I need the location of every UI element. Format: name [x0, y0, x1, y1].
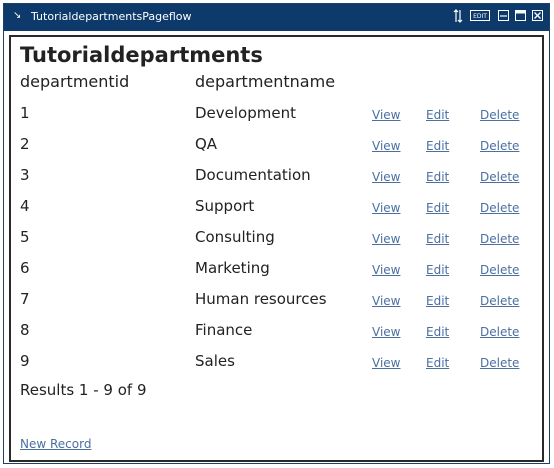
minimize-icon[interactable]	[498, 10, 509, 23]
department-id-cell: 2	[20, 135, 30, 153]
portlet-arrow-icon[interactable]: ↘	[13, 11, 23, 21]
delete-link[interactable]: Delete	[480, 138, 519, 154]
department-id-cell: 5	[20, 228, 30, 246]
department-id-cell: 1	[20, 104, 30, 122]
delete-link[interactable]: Delete	[480, 355, 519, 371]
view-link[interactable]: View	[372, 262, 400, 278]
edit-link[interactable]: Edit	[426, 169, 449, 185]
delete-link[interactable]: Delete	[480, 262, 519, 278]
title-bar: ↘ TutorialdepartmentsPageflow EDIT	[4, 4, 549, 31]
edit-link[interactable]: Edit	[426, 200, 449, 216]
close-icon[interactable]	[532, 10, 543, 23]
delete-link[interactable]: Delete	[480, 324, 519, 340]
page-title: Tutorialdepartments	[20, 43, 263, 67]
table-row: 2 QA View Edit Delete	[0, 134, 540, 165]
sort-icon[interactable]	[453, 9, 463, 23]
department-name-cell: Marketing	[195, 259, 270, 277]
table-row: 3 Documentation View Edit Delete	[0, 165, 540, 196]
department-name-cell: Sales	[195, 352, 235, 370]
window-title: TutorialdepartmentsPageflow	[31, 10, 192, 23]
table-row: 8 Finance View Edit Delete	[0, 320, 540, 351]
edit-mode-icon[interactable]: EDIT	[470, 10, 490, 23]
results-summary: Results 1 - 9 of 9	[20, 381, 147, 399]
edit-link[interactable]: Edit	[426, 138, 449, 154]
department-id-cell: 4	[20, 197, 30, 215]
table-row: 9 Sales View Edit Delete	[0, 351, 540, 382]
view-link[interactable]: View	[372, 293, 400, 309]
department-name-cell: Finance	[195, 321, 253, 339]
view-link[interactable]: View	[372, 355, 400, 371]
department-id-cell: 3	[20, 166, 30, 184]
view-link[interactable]: View	[372, 107, 400, 123]
table-row: 1 Development View Edit Delete	[0, 103, 540, 134]
department-name-cell: Development	[195, 104, 296, 122]
edit-link[interactable]: Edit	[426, 355, 449, 371]
maximize-icon[interactable]	[515, 10, 526, 23]
edit-link[interactable]: Edit	[426, 324, 449, 340]
svg-text:EDIT: EDIT	[473, 13, 487, 20]
department-name-cell: QA	[195, 135, 218, 153]
department-name-cell: Human resources	[195, 290, 327, 308]
department-name-cell: Consulting	[195, 228, 275, 246]
edit-link[interactable]: Edit	[426, 231, 449, 247]
department-id-cell: 9	[20, 352, 30, 370]
delete-link[interactable]: Delete	[480, 107, 519, 123]
edit-link[interactable]: Edit	[426, 107, 449, 123]
delete-link[interactable]: Delete	[480, 169, 519, 185]
department-name-cell: Documentation	[195, 166, 311, 184]
delete-link[interactable]: Delete	[480, 231, 519, 247]
view-link[interactable]: View	[372, 231, 400, 247]
column-header-id: departmentid	[20, 72, 130, 91]
edit-link[interactable]: Edit	[426, 293, 449, 309]
table-row: 4 Support View Edit Delete	[0, 196, 540, 227]
column-header-name: departmentname	[195, 72, 336, 91]
delete-link[interactable]: Delete	[480, 293, 519, 309]
table-row: 6 Marketing View Edit Delete	[0, 258, 540, 289]
department-id-cell: 8	[20, 321, 30, 339]
delete-link[interactable]: Delete	[480, 200, 519, 216]
department-id-cell: 7	[20, 290, 30, 308]
view-link[interactable]: View	[372, 324, 400, 340]
view-link[interactable]: View	[372, 138, 400, 154]
table-row: 5 Consulting View Edit Delete	[0, 227, 540, 258]
department-id-cell: 6	[20, 259, 30, 277]
view-link[interactable]: View	[372, 200, 400, 216]
table-row: 7 Human resources View Edit Delete	[0, 289, 540, 320]
edit-link[interactable]: Edit	[426, 262, 449, 278]
view-link[interactable]: View	[372, 169, 400, 185]
department-name-cell: Support	[195, 197, 255, 215]
new-record-link[interactable]: New Record	[20, 436, 91, 452]
